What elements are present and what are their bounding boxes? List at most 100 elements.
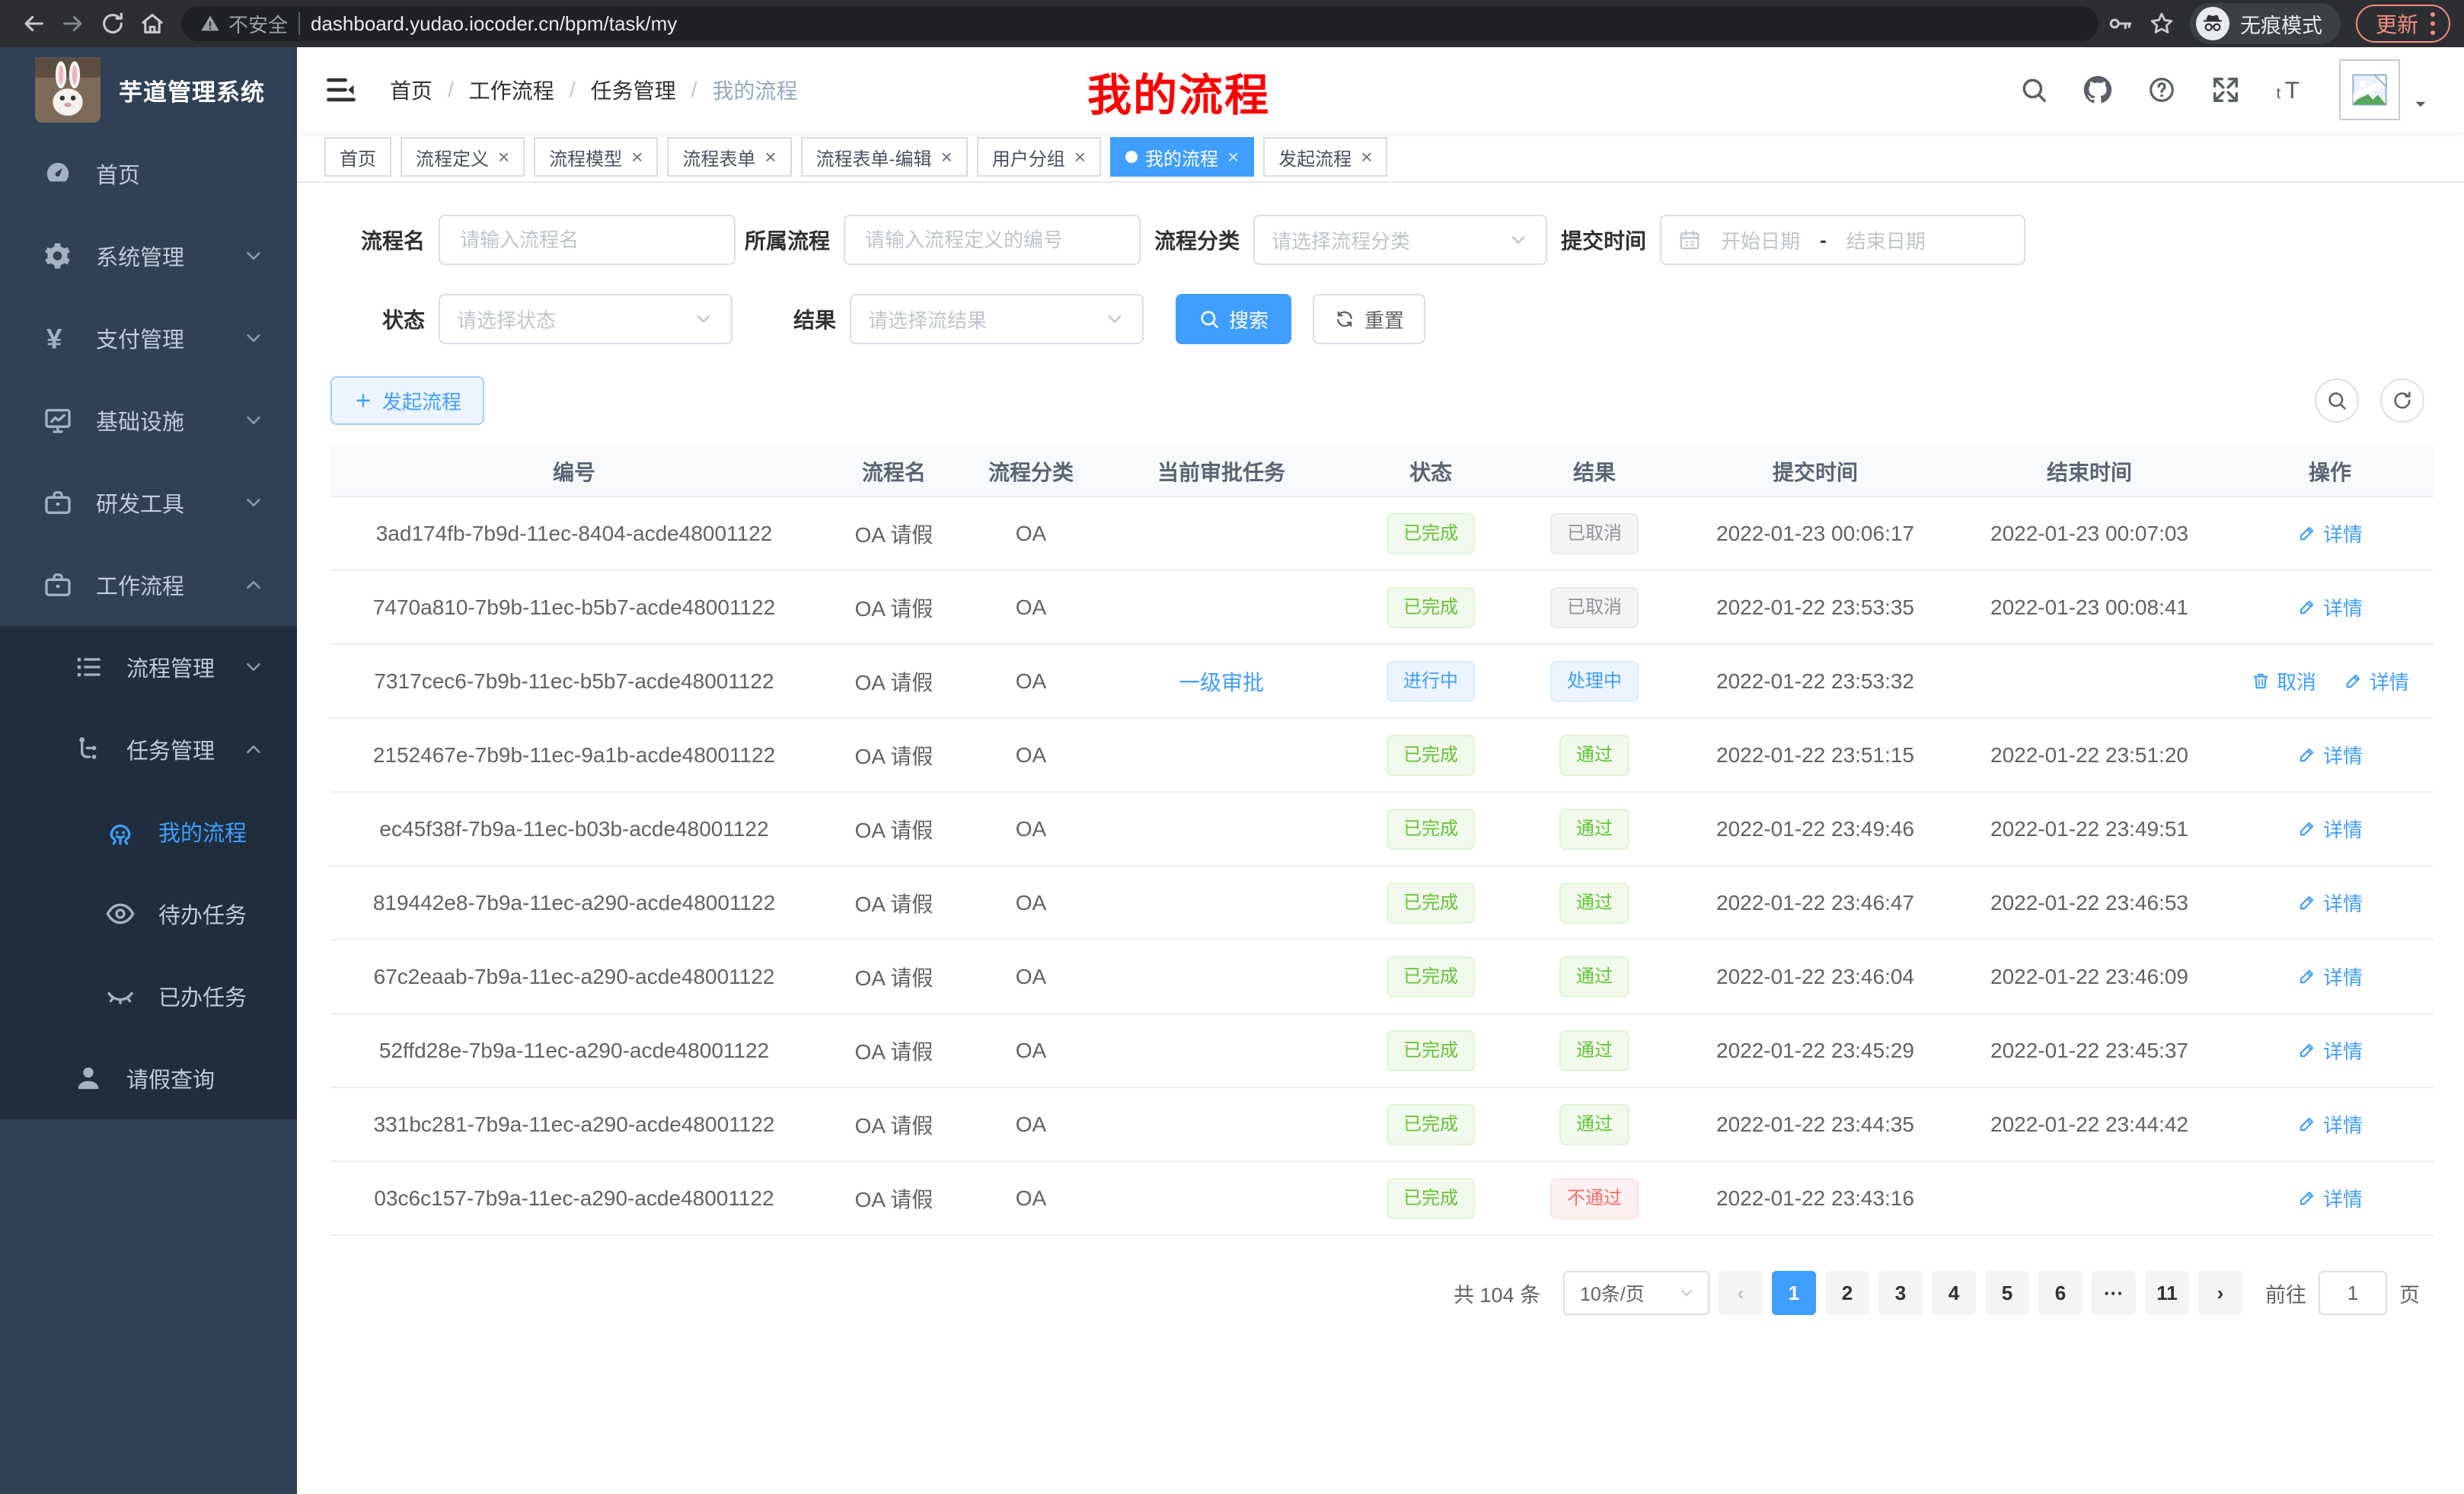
browser-home-button[interactable]	[132, 4, 172, 43]
sidebar-item-leave-query[interactable]: 请假查询	[0, 1037, 297, 1119]
tab-process-form-edit[interactable]: 流程表单-编辑×	[801, 137, 968, 177]
category-select[interactable]: 请选择流程分类	[1253, 215, 1547, 265]
cell-id: ec45f38f-7b9a-11ec-b03b-acde48001122	[330, 792, 818, 866]
next-page-button[interactable]: ›	[2198, 1271, 2242, 1315]
close-tab-icon[interactable]: ×	[1361, 147, 1372, 167]
breadcrumb-item[interactable]: 工作流程	[469, 75, 554, 105]
toggle-search-button[interactable]	[2315, 378, 2359, 423]
table-row: 03c6c157-7b9a-11ec-a290-acde48001122OA 请…	[330, 1161, 2434, 1235]
sidebar-item-pay-mgmt[interactable]: ¥支付管理	[0, 297, 297, 379]
detail-action-button[interactable]: 详情	[2339, 666, 2414, 696]
detail-action-button[interactable]: 详情	[2293, 1109, 2367, 1139]
close-tab-icon[interactable]: ×	[1227, 147, 1239, 167]
browser-forward-button[interactable]	[53, 4, 93, 43]
detail-action-button[interactable]: 详情	[2293, 888, 2367, 918]
search-icon	[2326, 390, 2348, 411]
help-icon[interactable]	[2147, 75, 2176, 104]
status-badge: 已完成	[1387, 1178, 1475, 1219]
detail-action-button[interactable]: 详情	[2293, 519, 2367, 548]
cell-submit-time: 2022-01-23 00:06:17	[1678, 496, 1952, 570]
site-security[interactable]: 不安全	[199, 10, 288, 38]
page-size-select[interactable]: 10条/页	[1563, 1271, 1709, 1315]
close-tab-icon[interactable]: ×	[1074, 147, 1086, 167]
sidebar-item-my-process[interactable]: 我的流程	[0, 790, 297, 873]
search-icon[interactable]	[2019, 75, 2048, 104]
page-button-4[interactable]: 4	[1932, 1271, 1976, 1315]
table-column-header: 结果	[1511, 446, 1678, 496]
hamburger-icon[interactable]	[324, 73, 358, 107]
submit-time-range-picker[interactable]: 开始日期 - 结束日期	[1660, 215, 2025, 265]
fullscreen-icon[interactable]	[2211, 75, 2240, 104]
page-button-11[interactable]: 11	[2145, 1271, 2189, 1315]
tab-process-def[interactable]: 流程定义×	[401, 137, 525, 177]
sidebar-item-system-mgmt[interactable]: 系统管理	[0, 215, 297, 297]
prev-page-button[interactable]: ‹	[1719, 1271, 1763, 1315]
breadcrumb-item[interactable]: 首页	[390, 75, 432, 105]
detail-action-button[interactable]: 详情	[2293, 1036, 2367, 1065]
result-badge: 不通过	[1550, 1178, 1639, 1219]
browser-reload-button[interactable]	[93, 4, 132, 43]
tab-my-process[interactable]: 我的流程×	[1110, 137, 1254, 177]
close-tab-icon[interactable]: ×	[631, 147, 643, 167]
font-size-icon[interactable]: tT	[2275, 75, 2304, 104]
app-logo-row[interactable]: 芋道管理系统	[0, 47, 297, 132]
address-bar[interactable]: 不安全 dashboard.yudao.iocoder.cn/bpm/task/…	[181, 6, 2099, 41]
result-badge: 通过	[1559, 883, 1629, 924]
page-button-6[interactable]: 6	[2038, 1271, 2083, 1315]
user-avatar[interactable]	[2339, 59, 2430, 120]
sidebar-item-workflow[interactable]: 工作流程	[0, 544, 297, 626]
sidebar-item-label: 研发工具	[96, 487, 184, 519]
sidebar-item-dev-tools[interactable]: 研发工具	[0, 461, 297, 544]
breadcrumb-item[interactable]: 任务管理	[591, 75, 676, 105]
process-name-input[interactable]	[439, 215, 736, 265]
detail-action-button[interactable]: 详情	[2293, 592, 2367, 622]
cell-id: 7317cec6-7b9b-11ec-b5b7-acde48001122	[330, 644, 818, 718]
sidebar-item-done-task[interactable]: 已办任务	[0, 955, 297, 1037]
tab-start-process[interactable]: 发起流程×	[1263, 137, 1387, 177]
star-icon[interactable]	[2149, 11, 2175, 37]
refresh-table-button[interactable]	[2380, 378, 2424, 423]
sidebar-item-process-mgmt[interactable]: 流程管理	[0, 626, 297, 708]
sidebar-item-todo-task[interactable]: 待办任务	[0, 873, 297, 955]
key-icon[interactable]	[2108, 11, 2134, 37]
create-process-button[interactable]: 发起流程	[330, 376, 484, 425]
detail-action-button[interactable]: 详情	[2293, 814, 2367, 844]
owner-process-input[interactable]	[844, 215, 1141, 265]
close-tab-icon[interactable]: ×	[764, 147, 776, 167]
detail-action-button[interactable]: 详情	[2293, 740, 2367, 770]
close-tab-icon[interactable]: ×	[941, 147, 953, 167]
dashboard-icon	[43, 158, 73, 189]
browser-back-button[interactable]	[14, 4, 53, 43]
tab-home[interactable]: 首页	[324, 137, 391, 177]
browser-menu-icon[interactable]	[2430, 12, 2435, 35]
goto-page-input[interactable]	[2319, 1271, 2387, 1315]
tab-process-form[interactable]: 流程表单×	[667, 137, 791, 177]
close-tab-icon[interactable]: ×	[498, 147, 509, 167]
svg-text:t: t	[2277, 85, 2281, 102]
action-label: 详情	[2323, 1036, 2363, 1065]
yen-icon: ¥	[43, 323, 73, 353]
current-task-link[interactable]: 一级审批	[1179, 671, 1264, 694]
page-button-2[interactable]: 2	[1825, 1271, 1869, 1315]
browser-update-button[interactable]: 更新	[2356, 5, 2450, 43]
date-start-placeholder: 开始日期	[1721, 226, 1800, 254]
cell-end-time: 2022-01-23 00:07:03	[1952, 496, 2226, 570]
status-select[interactable]: 请选择状态	[439, 294, 732, 344]
cancel-action-button[interactable]: 取消	[2246, 666, 2321, 696]
search-button[interactable]: 搜索	[1176, 294, 1291, 344]
sidebar-item-infrastructure[interactable]: 基础设施	[0, 379, 297, 461]
detail-action-button[interactable]: 详情	[2293, 962, 2367, 991]
cell-end-time: 2022-01-22 23:46:53	[1952, 866, 2226, 940]
page-button-5[interactable]: 5	[1985, 1271, 2029, 1315]
tab-process-model[interactable]: 流程模型×	[534, 137, 658, 177]
tab-user-group[interactable]: 用户分组×	[977, 137, 1101, 177]
page-button-3[interactable]: 3	[1878, 1271, 1923, 1315]
sidebar-item-task-mgmt[interactable]: 任务管理	[0, 708, 297, 790]
detail-action-button[interactable]: 详情	[2293, 1183, 2367, 1213]
cell-submit-time: 2022-01-22 23:49:46	[1678, 792, 1952, 866]
github-icon[interactable]	[2083, 75, 2112, 104]
page-button-1[interactable]: 1	[1772, 1271, 1816, 1315]
result-select[interactable]: 请选择流结果	[850, 294, 1144, 344]
sidebar-item-home[interactable]: 首页	[0, 132, 297, 215]
reset-button[interactable]: 重置	[1313, 294, 1425, 344]
